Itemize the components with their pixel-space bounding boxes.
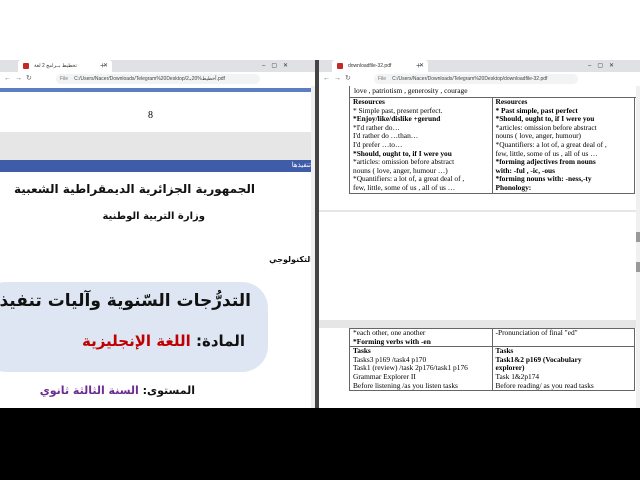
left-tab-title: تخطيط بـ‌ـرامج 2 لغة <box>34 63 77 69</box>
top-line-text: love , patriotism , generosity , courage <box>354 86 468 95</box>
right-scrollbar[interactable] <box>636 86 640 408</box>
pdf-icon <box>337 63 343 69</box>
blue-header-bar: تنفيذها <box>0 160 315 172</box>
doc-title: التدرُّجات السّنوية وآليات تنفيذ <box>0 291 251 311</box>
lower-line: -Pronunciation of final "ed" <box>495 328 578 337</box>
subject-line: المادة: اللغة الإنجليزية <box>82 332 245 350</box>
left-pdf-tab[interactable]: تخطيط بـ‌ـرامج 2 لغة ✕ <box>18 60 112 72</box>
letterbox-bottom <box>0 408 640 480</box>
right-window-controls[interactable]: –▢✕ <box>588 60 620 72</box>
right-nav-icons[interactable]: ←→↻ <box>323 72 355 86</box>
resource-line: Phonology: <box>495 182 532 192</box>
left-nav-icons[interactable]: ←→↻ <box>4 72 36 86</box>
right-scrollbar-thumb[interactable] <box>636 232 640 242</box>
lower-col-1: *each other, one another *Forming verbs … <box>349 327 493 348</box>
level-label: المستوى: <box>142 384 195 397</box>
techno-text: التكنولوجي <box>269 255 313 264</box>
page-gap <box>319 210 640 212</box>
screen: تخطيط بـ‌ـرامج 2 لغة ✕ + –▢✕ ←→↻ File C:/… <box>0 0 640 408</box>
bar-text: تنفيذها <box>291 162 311 169</box>
file-label: File <box>60 76 69 82</box>
ministry-heading: وزارة التربية الوطنية <box>102 211 205 222</box>
right-url-field[interactable]: File C:/Users/Nacer/Downloads/Telegram%20… <box>374 74 578 84</box>
resources-col-1: Resources * Simple past, present perfect… <box>349 97 493 194</box>
page-gap <box>0 132 315 160</box>
left-pdf-viewer[interactable]: 8 تنفيذها الجمهورية الجزائرية الديمقراطي… <box>0 86 315 408</box>
file-label: File <box>378 76 387 82</box>
lower-col-2: -Pronunciation of final "ed" <box>491 327 635 348</box>
page-gap <box>319 320 640 328</box>
new-tab-icon[interactable]: + <box>416 60 421 72</box>
republic-heading: الجمهورية الجزائرية الديمقراطية الشعبية <box>13 182 255 196</box>
level-value: السنة الثالثة ثانوي <box>39 384 139 397</box>
right-url-text: C:/Users/Nacer/Downloads/Telegram%20Desk… <box>392 76 548 82</box>
tasks-col-2: Tasks Task1&2 p169 (Vocabulary explorer)… <box>491 346 635 392</box>
resources-col-2: Resources * Past simple, past perfect *S… <box>491 97 635 194</box>
right-scrollbar-thumb[interactable] <box>636 262 640 272</box>
right-tab-title: downloadfile-32.pdf <box>348 63 392 69</box>
page-number: 8 <box>148 110 153 121</box>
resources-table: Resources * Simple past, present perfect… <box>349 97 635 194</box>
resource-line: few, little, some of us , all of us … <box>353 182 456 192</box>
left-url-field[interactable]: File C:/Users/Nacer/Downloads/Telegram%20… <box>56 74 260 84</box>
pdf-icon <box>23 63 29 69</box>
right-pdf-tab[interactable]: downloadfile-32.pdf ✕ <box>332 60 428 72</box>
subject-label: المادة: <box>195 332 245 350</box>
right-pdf-viewer[interactable]: love , patriotism , generosity , courage… <box>319 86 640 408</box>
header-rule <box>0 88 315 92</box>
new-tab-icon[interactable]: + <box>100 60 105 72</box>
lower-line: *Forming verbs with -en <box>353 336 431 346</box>
task-line: Before reading/ as you read tasks <box>495 380 594 390</box>
left-window-controls[interactable]: –▢✕ <box>262 60 294 72</box>
task-line: Before listening /as you listen tasks <box>353 380 458 390</box>
level-line: المستوى: السنة الثالثة ثانوي <box>40 384 195 397</box>
subject-value: اللغة الإنجليزية <box>82 332 191 350</box>
lower-table: *each other, one another *Forming verbs … <box>349 327 635 392</box>
tasks-col-1: Tasks Tasks3 p169 /task4 p170 Task1 (rev… <box>349 346 493 392</box>
left-url-text: C:/Users/Nacer/Downloads/Telegram%20Desk… <box>74 76 225 82</box>
